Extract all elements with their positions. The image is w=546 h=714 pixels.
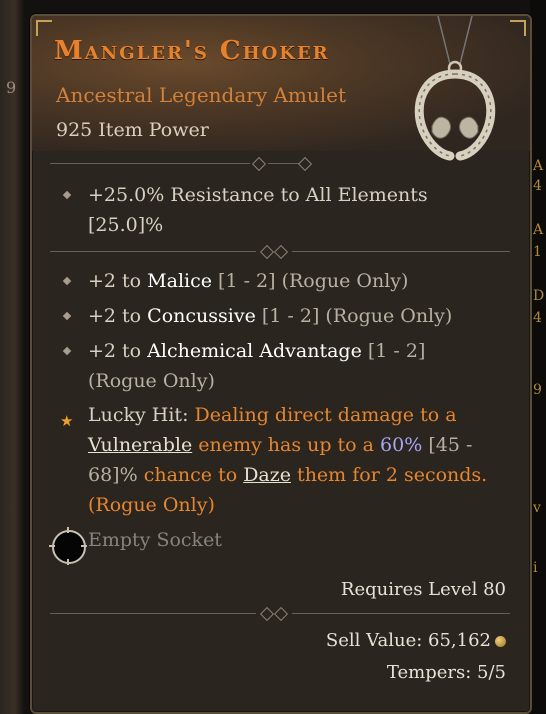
background-text: A — [533, 222, 544, 238]
affix-skill: Alchemical Advantage — [147, 340, 362, 362]
section-divider — [50, 156, 510, 172]
socket-icon — [49, 527, 87, 565]
affix-skill: Malice — [147, 270, 212, 292]
implicit-stat: +25.0% Resistance to All Elements [25.0]… — [54, 180, 514, 242]
sell-value-text: Sell Value: 65,162 — [325, 630, 491, 651]
diamond-bullet-icon — [62, 276, 72, 286]
implicit-range: [25.0]% — [88, 214, 164, 236]
lucky-hit-label: Lucky Hit: — [88, 404, 195, 426]
diamond-bullet-icon — [62, 311, 72, 321]
implicit-line: +25.0% Resistance to All Elements — [88, 184, 428, 206]
background-text: 4 — [533, 178, 542, 194]
background-text: D — [533, 288, 545, 304]
aspect-range: [45 - — [422, 434, 473, 456]
affix-class-restriction: (Rogue Only) — [88, 370, 215, 392]
aspect-text: enemy has up to a — [192, 434, 381, 456]
item-tooltip: Mangler's Choker Ancestral Legendary Amu… — [30, 14, 532, 714]
background-text: A — [533, 158, 544, 174]
aspect-class-restriction: (Rogue Only) — [88, 494, 215, 516]
affix-prefix: +2 to — [88, 305, 148, 327]
affix-range: [1 - 2] — [361, 340, 426, 362]
background-text: i — [533, 560, 538, 576]
corner-ornament — [510, 20, 526, 36]
level-requirement: Requires Level 80 — [340, 579, 506, 600]
star-icon: ★ — [60, 412, 74, 430]
background-text: 1 — [533, 244, 542, 260]
affix-range: [1 - 2] (Rogue Only) — [255, 305, 453, 327]
aspect-text: Dealing direct damage to a — [194, 404, 457, 426]
affix-prefix: +2 to — [88, 270, 148, 292]
item-type: Ancestral Legendary Amulet — [56, 83, 347, 107]
diamond-bullet-icon — [62, 346, 72, 356]
gold-coin-icon — [495, 635, 506, 647]
affix-skill: Concussive — [147, 305, 256, 327]
sell-value: Sell Value: 65,162 — [326, 630, 506, 651]
affix-prefix: +2 to — [88, 340, 148, 362]
keyword-vulnerable[interactable]: Vulnerable — [88, 434, 192, 456]
affix-row: +2 to Alchemical Advantage [1 - 2] (Rogu… — [54, 336, 514, 398]
aspect-text: chance to — [137, 464, 244, 486]
keyword-daze[interactable]: Daze — [243, 464, 291, 486]
diamond-bullet-icon — [62, 190, 72, 200]
item-name: Mangler's Choker — [54, 36, 330, 66]
background-left-panel: 9 — [0, 0, 24, 714]
corner-ornament — [36, 20, 52, 36]
empty-socket-label: Empty Socket — [88, 529, 222, 551]
background-right-panel: A 4 A 1 D 4 9 v i — [530, 0, 546, 714]
background-text: 9 — [6, 78, 17, 97]
background-text: v — [533, 500, 541, 516]
aspect-value: 60% — [380, 434, 423, 456]
legendary-aspect: ★ Lucky Hit: Dealing direct damage to a … — [54, 400, 514, 522]
aspect-range: 68]% — [88, 464, 138, 486]
item-power: 925 Item Power — [56, 119, 209, 141]
aspect-text: them for 2 seconds. — [291, 464, 488, 486]
section-divider — [50, 244, 510, 260]
background-text: 4 — [533, 310, 542, 326]
amulet-icon — [414, 16, 496, 161]
affix-range: [1 - 2] (Rogue Only) — [212, 270, 409, 292]
section-divider — [50, 606, 510, 622]
background-text: 9 — [533, 382, 542, 398]
tempers-count: Tempers: 5/5 — [386, 662, 506, 683]
